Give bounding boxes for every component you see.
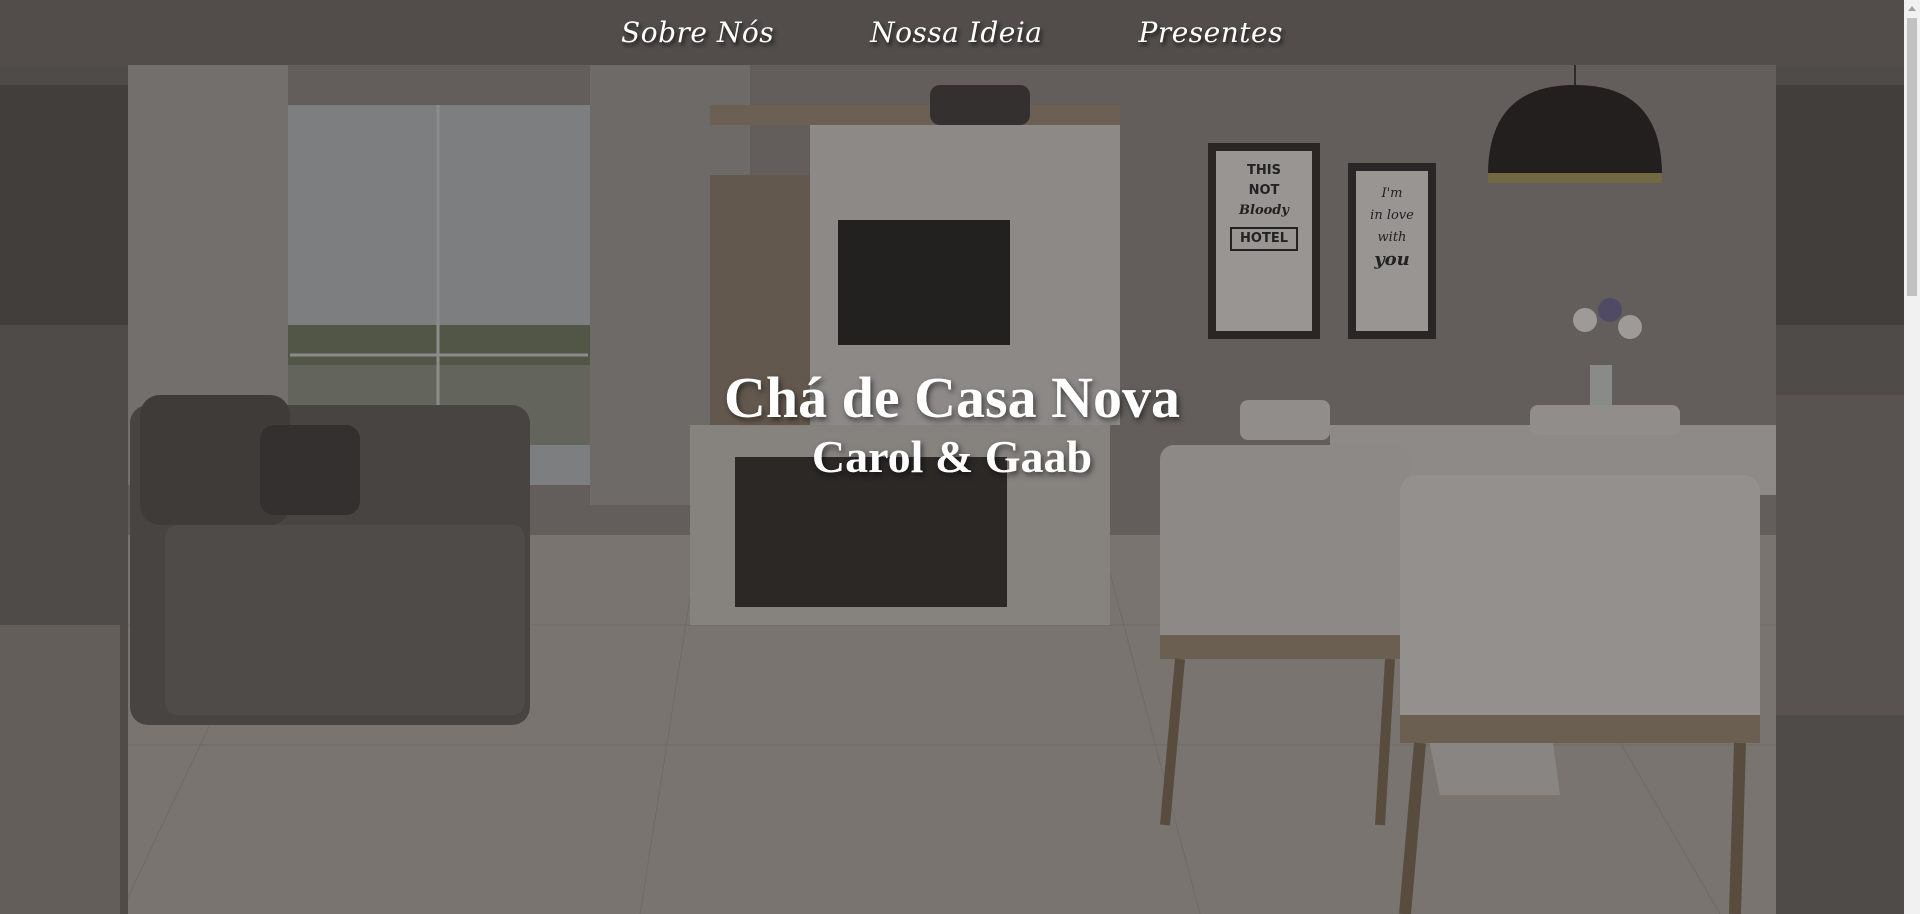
poster-love: I'm in love with you (1356, 183, 1428, 271)
nav-link-presentes[interactable]: Presentes (1138, 16, 1282, 49)
poster-hotel-line: HOTEL (1230, 227, 1298, 251)
poster-hotel-line: Bloody (1239, 203, 1289, 218)
nav-link-sobre-nos[interactable]: Sobre Nós (621, 16, 774, 49)
poster-hotel: THIS NOT Bloody HOTEL (1216, 161, 1312, 251)
poster-hotel-line: THIS (1247, 163, 1281, 178)
hero-dark-overlay (0, 65, 1904, 914)
top-navbar: Sobre Nós Nossa Ideia Presentes (0, 0, 1904, 65)
poster-love-line: in love (1370, 208, 1414, 223)
scrollbar-thumb[interactable] (1907, 18, 1917, 296)
hero-title: Chá de Casa Nova (724, 365, 1180, 430)
nav-link-nossa-ideia[interactable]: Nossa Ideia (870, 16, 1042, 49)
poster-love-line: you (1374, 249, 1410, 270)
hero-section: THIS NOT Bloody HOTEL I'm in love with y… (0, 65, 1904, 914)
poster-love-line: with (1377, 230, 1407, 245)
hero-subtitle: Carol & Gaab (811, 431, 1093, 482)
scroll-up-arrow-icon[interactable] (1904, 0, 1920, 16)
page: Sobre Nós Nossa Ideia Presentes THIS NOT… (0, 0, 1920, 914)
vertical-scrollbar[interactable] (1904, 0, 1920, 914)
poster-hotel-line: NOT (1248, 183, 1280, 198)
poster-love-line: I'm (1381, 186, 1403, 201)
